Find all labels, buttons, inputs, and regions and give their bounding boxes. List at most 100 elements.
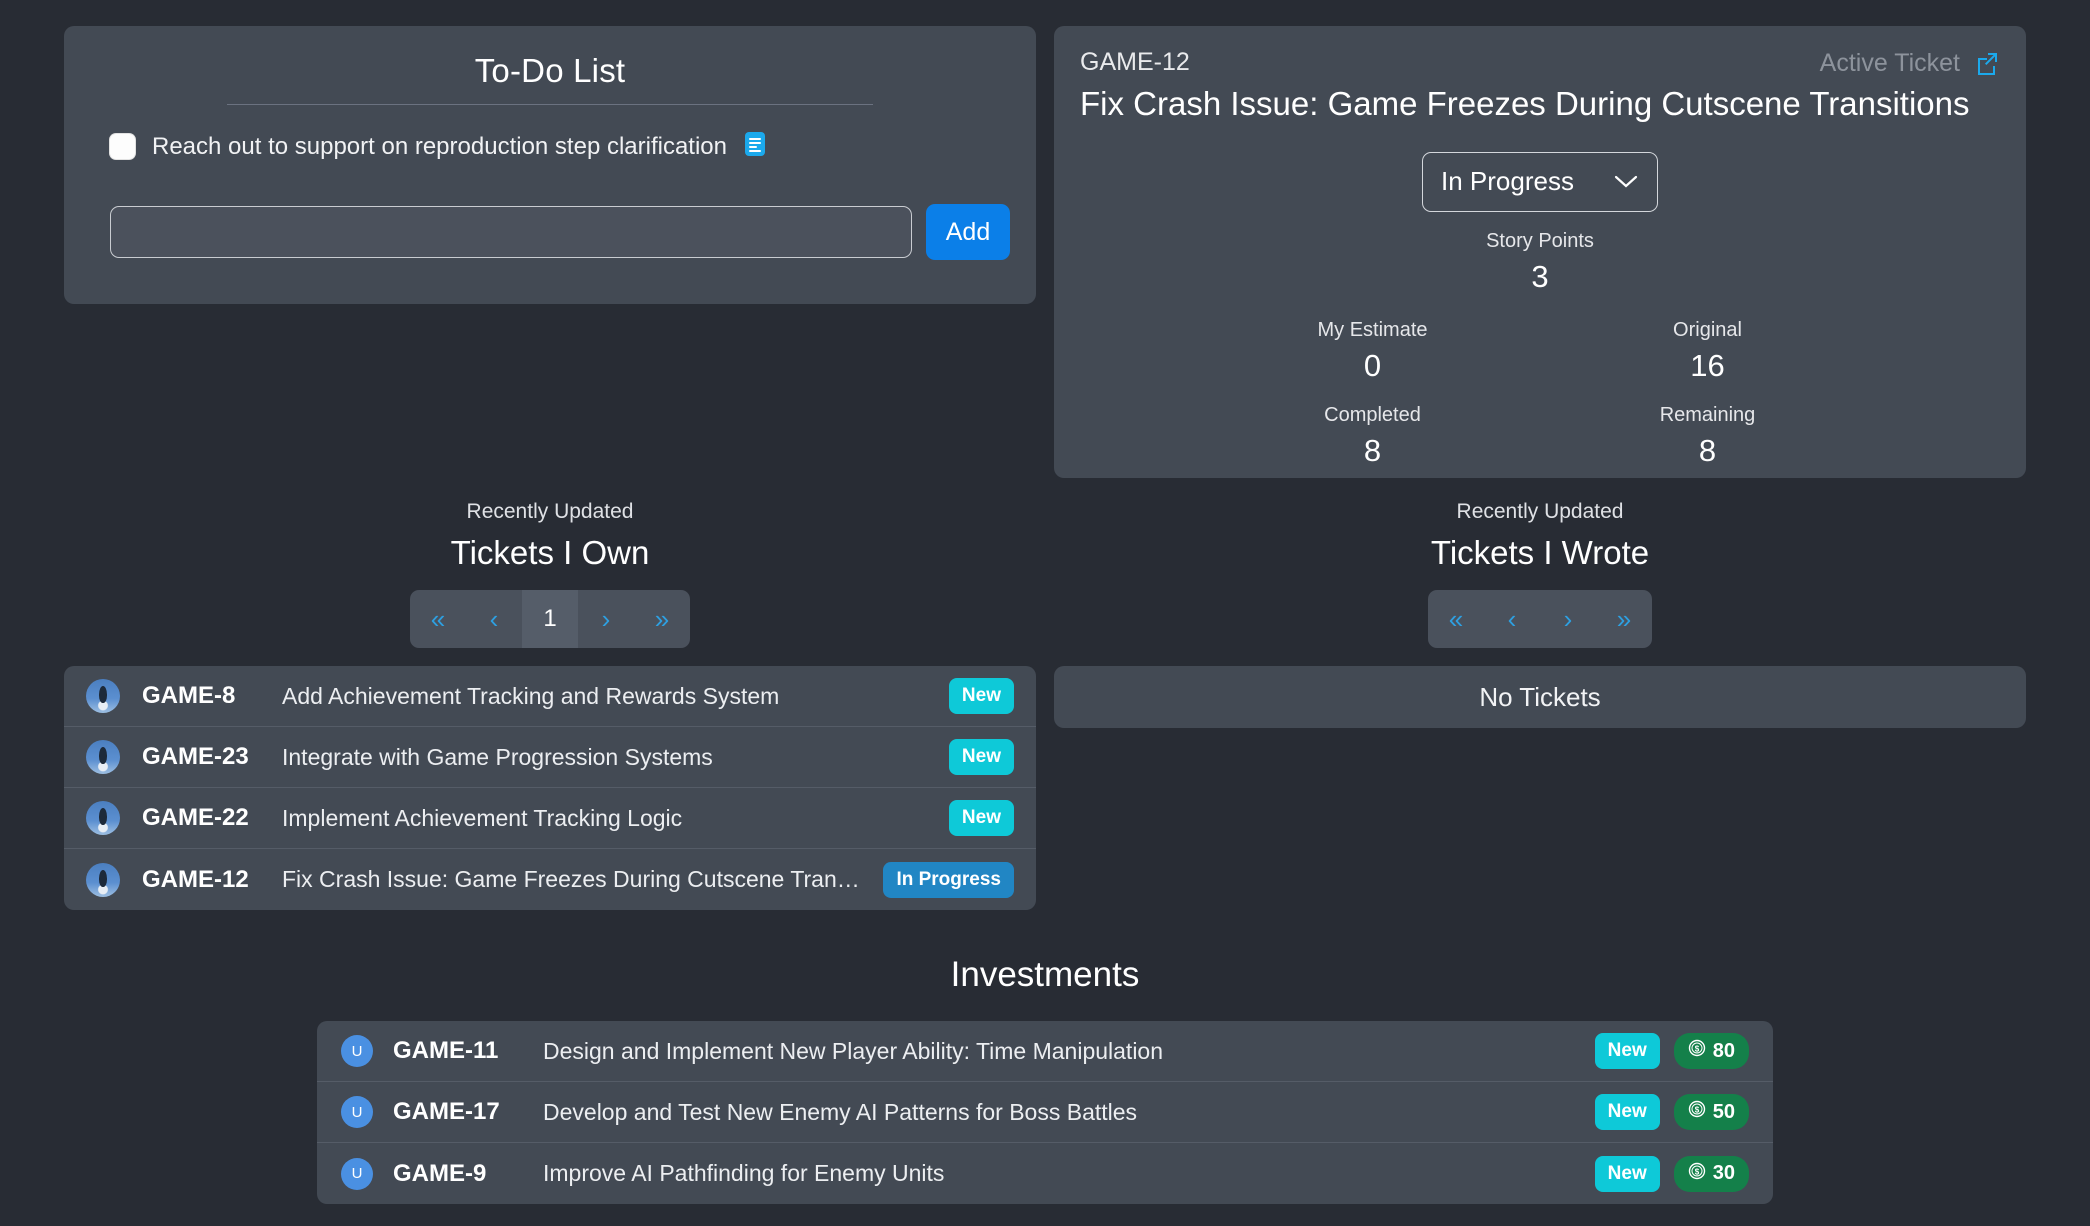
active-ticket-column: GAME-12 Active Ticket Fix Crash Issue: G… (1054, 26, 2026, 500)
ticket-key: GAME-8 (142, 682, 236, 709)
tickets-i-wrote-subtitle: Recently Updated (1456, 500, 1624, 523)
dollar-coin-icon: $ (1688, 1100, 1706, 1124)
tickets-i-wrote-pagination: « ‹ › » (1428, 590, 1652, 648)
chevron-double-right-icon[interactable]: » (634, 590, 690, 648)
ticket-key: GAME-23 (142, 743, 249, 770)
investment-amount-badge: $ 50 (1673, 1094, 1749, 1130)
stat-remaining: Remaining 8 (1605, 404, 1810, 469)
stat-value: 8 (1363, 432, 1382, 468)
ticket-lists-row: Recently Updated Tickets I Own « ‹ 1 › »… (0, 500, 2090, 910)
investment-amount-badge: $ 30 (1673, 1155, 1749, 1192)
table-row[interactable]: GAME-8 Add Achievement Tracking and Rewa… (64, 666, 1036, 727)
ticket-title: Integrate with Game Progression Systems (282, 743, 713, 770)
svg-text:$: $ (1695, 1044, 1700, 1053)
tickets-i-own-pagination: « ‹ 1 › » (410, 590, 690, 648)
ticket-key: GAME-22 (142, 804, 249, 831)
table-row[interactable]: GAME-22 Implement Achievement Tracking L… (64, 788, 1036, 849)
page-number[interactable]: 1 (522, 590, 578, 648)
ticket-title: Improve AI Pathfinding for Enemy Units (543, 1160, 945, 1186)
investment-amount: 80 (1712, 1039, 1735, 1062)
status-badge: In Progress (883, 861, 1014, 898)
top-row: To-Do List Reach out to support on repro… (0, 0, 2090, 500)
stat-original: Original 16 (1605, 319, 1810, 384)
chevron-down-icon (1613, 166, 1639, 197)
ticket-title: Implement Achievement Tracking Logic (282, 804, 683, 831)
ticket-key: GAME-12 (142, 865, 249, 893)
active-ticket-key: GAME-12 (1080, 48, 1190, 76)
tickets-i-own-title: Tickets I Own (450, 534, 650, 571)
chevron-double-right-icon[interactable]: » (1596, 590, 1652, 648)
active-ticket-header: GAME-12 Active Ticket (1080, 48, 2000, 81)
investment-amount: 50 (1712, 1100, 1735, 1123)
estimate-stats-grid: My Estimate 0 Original 16 Completed 8 Re… (1080, 319, 2000, 469)
avatar: U (341, 1157, 373, 1190)
investments-title: Investments (950, 955, 1140, 994)
ticket-title: Design and Implement New Player Ability:… (543, 1037, 1164, 1064)
stat-label: Completed (1324, 403, 1421, 426)
ticket-title: Develop and Test New Enemy AI Patterns f… (543, 1098, 1138, 1125)
stat-label: My Estimate (1317, 318, 1428, 341)
add-todo-button[interactable]: Add (926, 204, 1010, 260)
chevron-right-icon[interactable]: › (578, 590, 634, 648)
dollar-coin-icon: $ (1688, 1162, 1706, 1186)
penguin-avatar (86, 801, 120, 835)
active-ticket-title: Fix Crash Issue: Game Freezes During Cut… (1080, 85, 1970, 122)
list-item[interactable]: U GAME-11 Design and Implement New Playe… (317, 1021, 1773, 1082)
ticket-key: GAME-17 (393, 1098, 500, 1125)
investment-amount: 30 (1712, 1162, 1735, 1184)
list-item[interactable]: U GAME-17 Develop and Test New Enemy AI … (317, 1082, 1773, 1143)
status-badge: New (1594, 1155, 1660, 1192)
stat-value: 16 (1690, 347, 1725, 383)
stat-completed: Completed 8 (1270, 404, 1475, 469)
tickets-i-wrote-empty-state: No Tickets (1054, 666, 2026, 728)
tickets-i-wrote-title: Tickets I Wrote (1430, 534, 1650, 571)
status-row: In Progress (1080, 151, 2000, 212)
ticket-title: Add Achievement Tracking and Rewards Sys… (282, 682, 780, 709)
chevron-left-icon[interactable]: ‹ (1484, 590, 1540, 648)
external-link-icon[interactable] (1974, 48, 2000, 81)
ticket-title: Fix Crash Issue: Game Freezes During Cut… (282, 866, 870, 892)
todo-item-label: Reach out to support on reproduction ste… (152, 132, 728, 160)
todo-checkbox[interactable] (110, 134, 135, 159)
stat-my-estimate: My Estimate 0 (1270, 319, 1475, 384)
penguin-avatar (86, 740, 120, 774)
investment-amount-badge: $ 80 (1673, 1033, 1749, 1069)
note-icon[interactable] (744, 131, 766, 162)
status-badge: New (948, 678, 1014, 714)
table-row[interactable]: GAME-12 Fix Crash Issue: Game Freezes Du… (64, 849, 1036, 910)
todo-divider (226, 104, 874, 105)
todo-title: To-Do List (474, 52, 626, 89)
stat-value: 8 (1698, 432, 1717, 468)
chevron-double-left-icon[interactable]: « (410, 590, 466, 648)
list-item[interactable]: U GAME-9 Improve AI Pathfinding for Enem… (317, 1143, 1773, 1204)
story-points-block: Story Points 3 (1080, 230, 2000, 295)
chevron-double-left-icon[interactable]: « (1428, 590, 1484, 648)
status-badge: New (1594, 1033, 1660, 1069)
story-points-label: Story Points (1486, 229, 1594, 252)
tickets-i-wrote-section: Recently Updated Tickets I Wrote « ‹ › »… (1054, 500, 2026, 910)
todo-list-item[interactable]: Reach out to support on reproduction ste… (88, 131, 1012, 162)
story-points-value: 3 (1531, 258, 1549, 294)
status-dropdown[interactable]: In Progress (1422, 151, 1658, 212)
stat-value: 0 (1363, 347, 1382, 383)
table-row[interactable]: GAME-23 Integrate with Game Progression … (64, 727, 1036, 788)
active-ticket-card: GAME-12 Active Ticket Fix Crash Issue: G… (1054, 26, 2026, 478)
ticket-key: GAME-9 (393, 1159, 487, 1187)
status-badge: New (1594, 1094, 1660, 1130)
chevron-left-icon[interactable]: ‹ (466, 590, 522, 648)
tickets-i-own-section: Recently Updated Tickets I Own « ‹ 1 › »… (64, 500, 1036, 910)
stat-label: Remaining (1659, 403, 1756, 426)
todo-input[interactable] (110, 206, 912, 258)
chevron-right-icon[interactable]: › (1540, 590, 1596, 648)
status-dropdown-value: In Progress (1441, 166, 1574, 197)
penguin-avatar (86, 862, 120, 897)
penguin-avatar (86, 679, 120, 713)
investments-section: Investments U GAME-11 Design and Impleme… (0, 955, 2090, 1204)
status-badge: New (948, 800, 1014, 836)
investments-list: U GAME-11 Design and Implement New Playe… (317, 1021, 1773, 1204)
todo-column: To-Do List Reach out to support on repro… (64, 26, 1036, 500)
active-ticket-panel-label: Active Ticket (1819, 49, 1960, 77)
dashboard-page: To-Do List Reach out to support on repro… (0, 0, 2090, 1226)
dollar-coin-icon: $ (1688, 1039, 1706, 1063)
todo-add-row: Add (88, 204, 1012, 260)
